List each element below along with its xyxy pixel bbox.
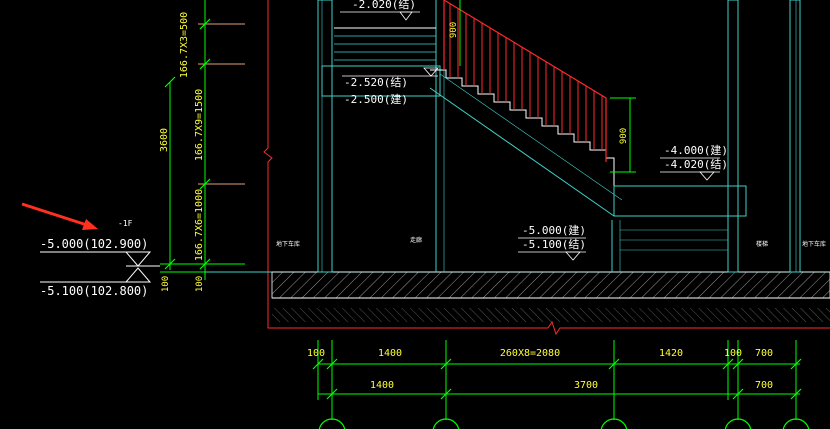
- dim-label-row1: 100: [724, 348, 742, 359]
- room-label-middle: 走廊: [410, 236, 422, 244]
- elevation-landing-2: -2.500(建): [344, 92, 408, 106]
- floor-label: -1F: [118, 219, 133, 228]
- dim-seg-top: 166.7X3=500: [179, 12, 190, 78]
- dim-label-row2: 1400: [370, 380, 394, 391]
- elevation-labels: -2.020(结) -2.520(结) -2.500(建) -4.000(建) …: [340, 0, 728, 261]
- horizontal-dimensions: 100 1400 260X8=2080 1420 100 700 1400 3700 700: [307, 340, 802, 420]
- dim-base-2: 100: [195, 276, 205, 292]
- dim-label-row2: 3700: [574, 380, 598, 391]
- axis-bubble: [318, 418, 346, 429]
- axis-bubble: [724, 418, 752, 429]
- rail-dim-upper: 900: [449, 22, 459, 38]
- elevation-right-1: -4.000(建): [664, 143, 728, 157]
- axis-bubble: [600, 418, 628, 429]
- room-label-left: 地下车库: [276, 240, 300, 248]
- stair-section-drawing: -1F -5.000(102.900) -5.100(102.800) 3600…: [21, 0, 830, 429]
- dim-total-height: 3600: [159, 128, 170, 152]
- dim-seg-mid: 166.7X9=1500: [194, 89, 205, 161]
- vertical-dimension-chain: 3600 166.7X3=500 166.7X9=1500 166.7X6=10…: [159, 0, 245, 292]
- rail-dim-lower: 900: [619, 128, 629, 144]
- pointer-arrow-icon: [21, 202, 98, 230]
- elevation-left-bottom: -5.100(102.800): [40, 284, 148, 298]
- left-elevation-marker: -1F -5.000(102.900) -5.100(102.800): [40, 219, 160, 298]
- dim-label-row1: 1400: [378, 348, 402, 359]
- dim-label-row2: 700: [755, 380, 773, 391]
- dim-base-1: 100: [161, 276, 171, 292]
- elevation-right-2: -4.020(结): [664, 158, 728, 171]
- room-label-right-2: 地下车库: [802, 240, 826, 248]
- elevation-top: -2.020(结): [352, 0, 416, 11]
- elevation-bottom-2: -5.100(结): [522, 238, 586, 251]
- axis-bubbles: [318, 418, 810, 429]
- dim-label-row1: 100: [307, 348, 325, 359]
- axis-bubble: [782, 418, 810, 429]
- elevation-left-top: -5.000(102.900): [40, 237, 148, 251]
- railing: [443, 0, 607, 162]
- dim-seg-low: 166.7X6=1000: [194, 189, 205, 261]
- room-label-right-1: 楼梯: [756, 240, 768, 248]
- elevation-landing-1: -2.520(结): [344, 76, 408, 89]
- dim-label-row1: 1420: [659, 348, 683, 359]
- dim-label-row1: 260X8=2080: [500, 348, 560, 359]
- axis-bubble: [432, 418, 460, 429]
- cad-drawing-canvas[interactable]: -1F -5.000(102.900) -5.100(102.800) 3600…: [0, 0, 830, 429]
- dim-label-row1: 700: [755, 348, 773, 359]
- ground-slab: [205, 271, 830, 322]
- elevation-bottom-1: -5.000(建): [522, 223, 586, 237]
